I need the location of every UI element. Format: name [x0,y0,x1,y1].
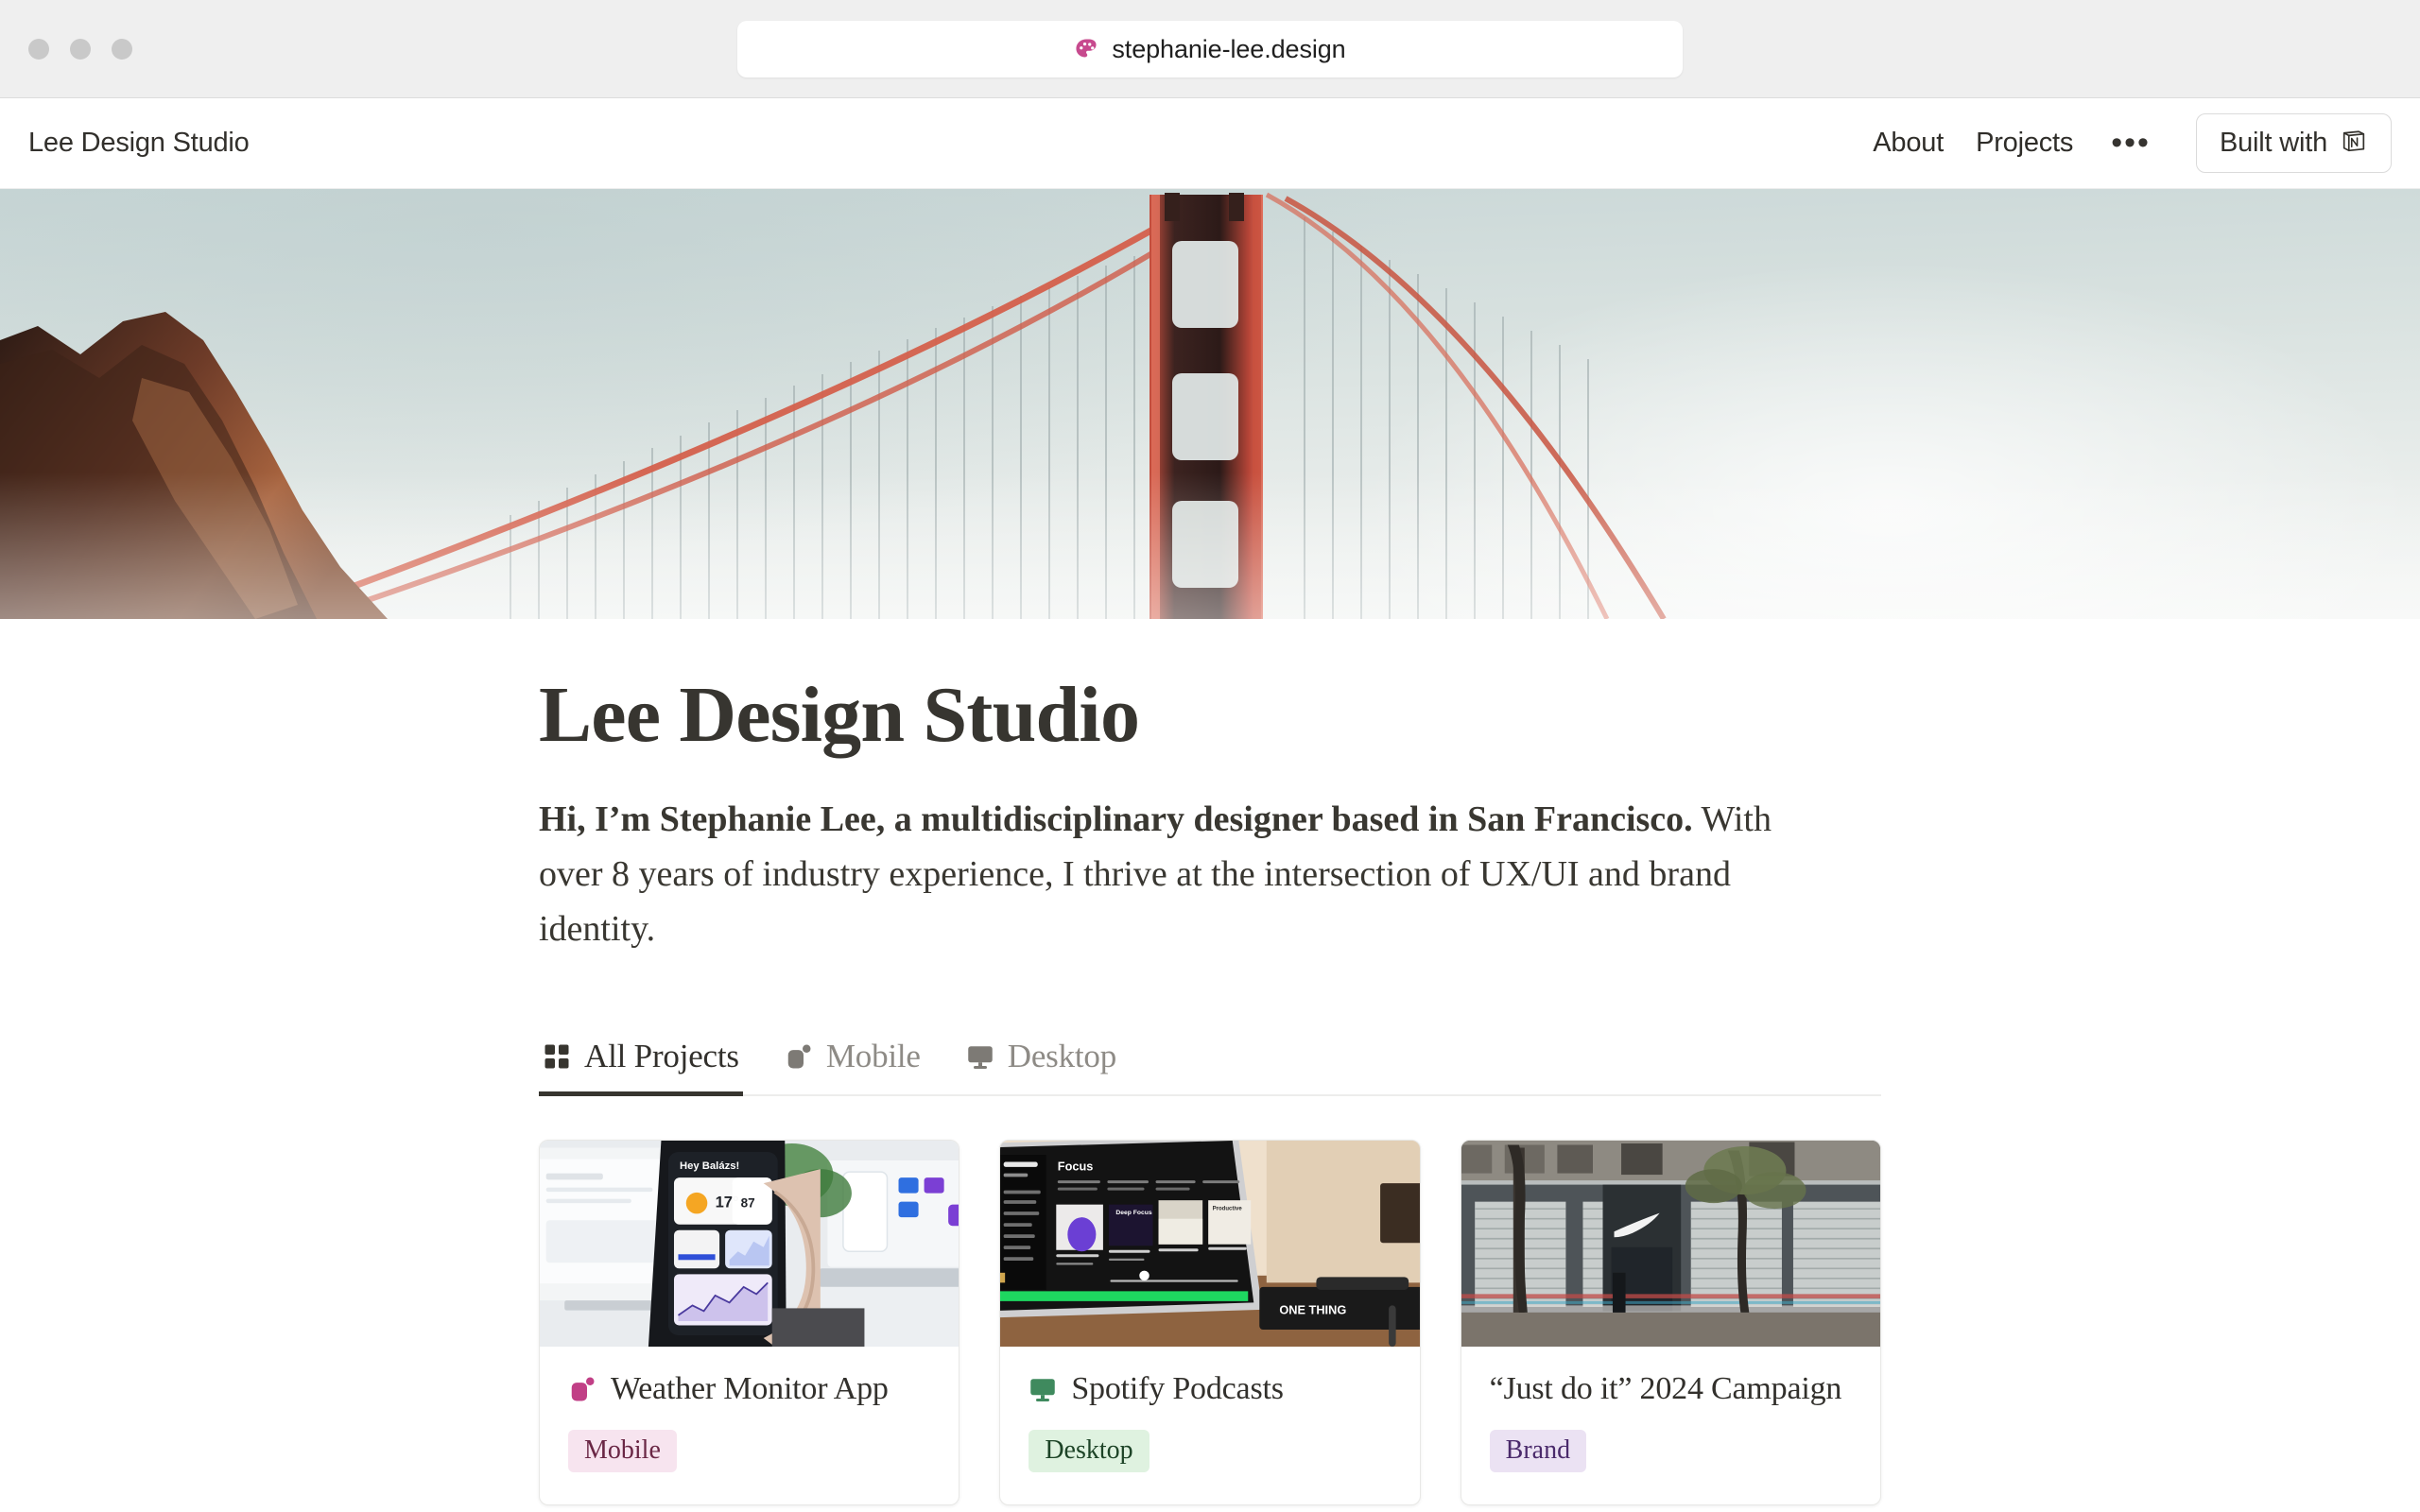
svg-text:Deep Focus: Deep Focus [1116,1211,1153,1217]
grid-icon [543,1042,571,1071]
svg-text:Focus: Focus [1058,1160,1094,1174]
project-card-image: Focus Deep Focus Productive ONE THING [1000,1141,1420,1348]
built-with-label: Built with [2219,128,2327,158]
palette-icon [1074,37,1098,61]
tab-all-projects-label: All Projects [584,1038,739,1075]
status-badge: Mobile [568,1430,677,1473]
status-badge: Brand [1489,1430,1587,1473]
content-container: Lee Design Studio Hi, I’m Stephanie Lee,… [539,671,1881,1512]
window-traffic-lights [28,38,132,60]
hero-banner-image [0,189,2420,619]
project-card[interactable]: Focus Deep Focus Productive ONE THING Sp… [999,1140,1421,1506]
built-with-notion-button[interactable]: Built with [2195,113,2392,173]
status-badge: Desktop [1028,1430,1150,1473]
svg-text:Productive: Productive [1213,1207,1243,1212]
minimize-window-button[interactable] [70,38,91,60]
project-card[interactable]: Hey Balázs! 17° 87 Weather Monitor App M… [539,1140,960,1506]
project-card-image: Hey Balázs! 17° 87 [540,1141,959,1348]
nav-link-projects[interactable]: Projects [1976,128,2073,159]
more-options-icon[interactable]: ••• [2105,127,2156,160]
tab-all-projects[interactable]: All Projects [539,1038,764,1097]
tab-desktop-label: Desktop [1007,1038,1117,1075]
maximize-window-button[interactable] [112,38,132,60]
address-bar[interactable]: stephanie-lee.design [737,21,1683,77]
projects-grid: Hey Balázs! 17° 87 Weather Monitor App M… [539,1140,1881,1512]
address-bar-url: stephanie-lee.design [1112,34,1346,63]
tab-mobile[interactable]: Mobile [764,1038,945,1094]
project-card[interactable]: “Just do it” 2024 Campaign Brand [1460,1140,1881,1506]
hero-bridge-illustration [0,192,2420,619]
project-card-body: Spotify Podcasts Desktop [1000,1347,1419,1504]
intro-bold-text: Hi, I’m Stephanie Lee, a multidisciplina… [539,799,1693,840]
tab-mobile-label: Mobile [825,1038,921,1075]
page-title: Lee Design Studio [539,671,1140,759]
site-header: Lee Design Studio About Projects ••• Bui… [0,98,2420,189]
project-card-image [1461,1141,1880,1348]
svg-text:87: 87 [741,1196,755,1211]
svg-text:Hey Balázs!: Hey Balázs! [680,1161,739,1173]
desktop-icon [1028,1375,1057,1403]
project-card-title-row: Spotify Podcasts [1028,1371,1391,1407]
primary-navigation: About Projects ••• Built with [1873,113,2392,173]
desktop-icon [966,1042,994,1071]
site-logo-title[interactable]: Lee Design Studio [28,128,250,159]
browser-chrome: stephanie-lee.design [0,0,2420,98]
project-card-body: “Just do it” 2024 Campaign Brand [1461,1347,1880,1504]
close-window-button[interactable] [28,38,49,60]
mobile-icon [785,1042,813,1071]
project-card-title: “Just do it” 2024 Campaign [1489,1371,1842,1407]
nav-link-about[interactable]: About [1873,128,1944,159]
mobile-icon [568,1375,596,1403]
project-card-body: Weather Monitor App Mobile [540,1347,959,1504]
tab-desktop[interactable]: Desktop [945,1038,1141,1094]
project-card-title-row: Weather Monitor App [568,1371,930,1407]
page-body: Lee Design Studio Hi, I’m Stephanie Lee,… [0,619,2420,1512]
notion-logo-icon [2340,127,2368,160]
project-card-title-row: “Just do it” 2024 Campaign [1490,1371,1852,1407]
intro-paragraph: Hi, I’m Stephanie Lee, a multidisciplina… [539,793,1843,956]
svg-text:ONE THING: ONE THING [1280,1303,1347,1317]
project-card-title: Spotify Podcasts [1071,1371,1284,1407]
project-filter-tabs: All Projects Mobile Desktop [539,1038,1881,1097]
project-card-title: Weather Monitor App [611,1371,889,1407]
